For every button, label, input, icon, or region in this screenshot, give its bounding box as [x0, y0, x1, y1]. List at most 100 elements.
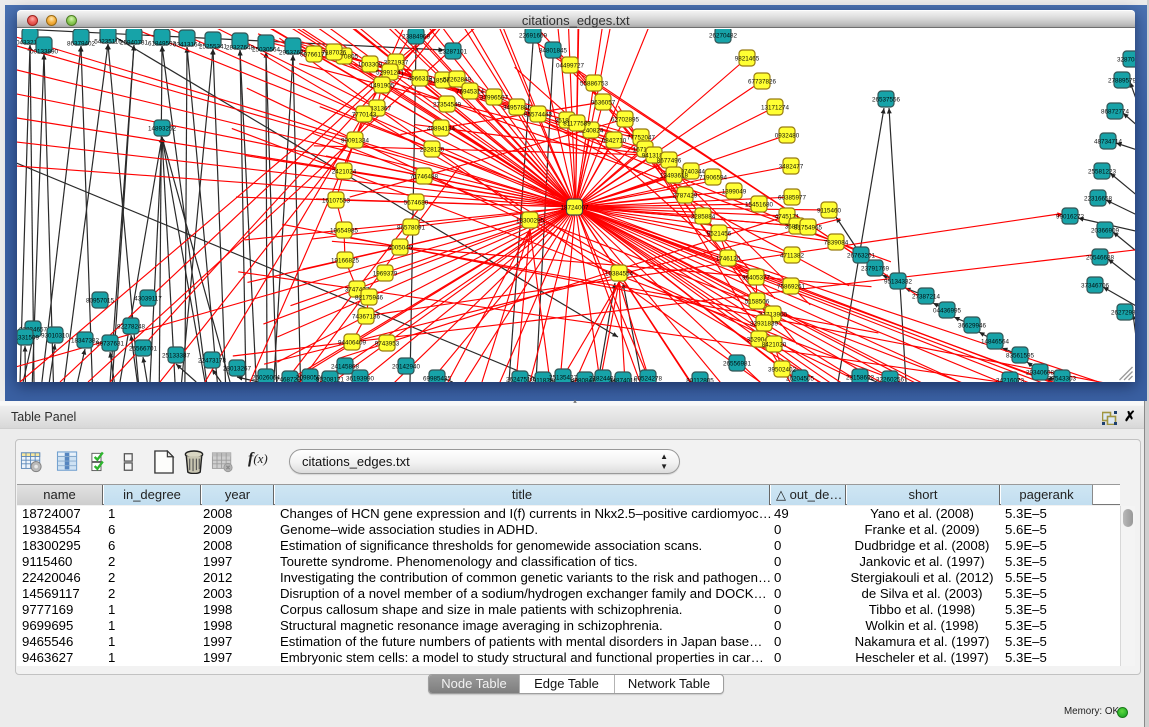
svg-text:20546688: 20546688 — [1086, 254, 1115, 261]
svg-text:1399049: 1399049 — [722, 188, 747, 195]
svg-text:04499727: 04499727 — [556, 62, 585, 69]
svg-text:2328120: 2328120 — [420, 146, 445, 153]
svg-text:99016272: 99016272 — [1056, 213, 1085, 220]
svg-text:19384554: 19384554 — [605, 270, 634, 277]
svg-text:24145868: 24145868 — [331, 363, 360, 370]
svg-text:84801845: 84801845 — [539, 47, 568, 54]
svg-text:67737826: 67737826 — [748, 78, 777, 85]
svg-text:22316658: 22316658 — [1084, 195, 1113, 202]
svg-text:94406409: 94406409 — [338, 339, 367, 346]
svg-text:80957015: 80957015 — [86, 297, 115, 304]
svg-text:27889579: 27889579 — [1108, 77, 1135, 84]
svg-text:00766177: 00766177 — [300, 51, 329, 58]
svg-text:23791769: 23791769 — [861, 265, 890, 272]
svg-text:8677496: 8677496 — [657, 157, 682, 164]
svg-text:82175946: 82175946 — [355, 294, 384, 301]
svg-text:18300295: 18300295 — [516, 217, 545, 224]
svg-text:54235116: 54235116 — [94, 39, 122, 46]
svg-text:28013267: 28013267 — [223, 365, 252, 372]
svg-text:36629946: 36629946 — [958, 322, 987, 329]
svg-text:25255341: 25255341 — [199, 44, 228, 51]
svg-text:18724007: 18724007 — [560, 204, 589, 211]
svg-text:22691669: 22691669 — [519, 32, 548, 39]
svg-text:32931839: 32931839 — [750, 320, 779, 327]
svg-text:9115460: 9115460 — [817, 207, 842, 214]
svg-text:00524278: 00524278 — [634, 375, 663, 382]
svg-text:00133890: 00133890 — [30, 49, 59, 56]
svg-text:71331509: 71331509 — [17, 334, 39, 341]
svg-text:95134332: 95134332 — [884, 278, 913, 285]
svg-text:60385977: 60385977 — [778, 194, 807, 201]
svg-text:3482477: 3482477 — [779, 163, 804, 170]
svg-text:03413164: 03413164 — [173, 42, 202, 49]
svg-text:7839084: 7839084 — [824, 239, 849, 246]
svg-text:26204505: 26204505 — [786, 375, 815, 382]
svg-text:23287101: 23287101 — [439, 48, 468, 55]
svg-text:26556981: 26556981 — [723, 360, 752, 367]
svg-text:83561595: 83561595 — [1006, 352, 1035, 359]
svg-text:74367136: 74367136 — [352, 313, 381, 320]
svg-text:25581223: 25581223 — [1088, 168, 1117, 175]
svg-text:36193990: 36193990 — [346, 375, 375, 382]
svg-text:19166825: 19166825 — [331, 257, 360, 264]
svg-text:26566701: 26566701 — [129, 345, 158, 352]
svg-text:2787429: 2787429 — [673, 192, 698, 199]
svg-text:14893252: 14893252 — [148, 125, 177, 132]
svg-text:15451680: 15451680 — [745, 201, 774, 208]
svg-text:29340608: 29340608 — [1026, 369, 1055, 376]
svg-text:62702895: 62702895 — [611, 116, 640, 123]
svg-text:0842710: 0842710 — [602, 137, 627, 144]
svg-text:1003309: 1003309 — [358, 61, 383, 68]
svg-text:86872774: 86872774 — [1101, 108, 1130, 115]
svg-text:23884969: 23884969 — [402, 33, 431, 40]
svg-text:9743953: 9743953 — [375, 340, 400, 347]
svg-text:81177589: 81177589 — [563, 120, 591, 127]
svg-text:88208121: 88208121 — [316, 376, 345, 382]
svg-text:22473178: 22473178 — [198, 357, 227, 364]
svg-text:71746488: 71746488 — [410, 173, 439, 180]
svg-text:2421024: 2421024 — [332, 168, 357, 175]
svg-text:20366909: 20366909 — [1091, 227, 1120, 234]
svg-text:04436995: 04436995 — [933, 307, 962, 314]
svg-text:19654985: 19654985 — [330, 227, 359, 234]
svg-text:93010310: 93010310 — [41, 332, 70, 339]
svg-text:86578091: 86578091 — [397, 224, 426, 231]
svg-text:34957885: 34957885 — [503, 104, 532, 111]
svg-text:28327648: 28327648 — [226, 45, 255, 52]
svg-text:43039117: 43039117 — [134, 295, 162, 302]
svg-text:27387214: 27387214 — [912, 293, 941, 300]
svg-text:34216073: 34216073 — [996, 377, 1025, 382]
svg-text:23158692: 23158692 — [846, 374, 875, 381]
svg-text:26272980: 26272980 — [1111, 309, 1135, 316]
svg-text:57262849: 57262849 — [443, 76, 472, 83]
svg-text:55886753: 55886753 — [580, 80, 609, 87]
svg-text:48734714: 48734714 — [1094, 138, 1123, 145]
svg-text:32260256: 32260256 — [876, 376, 905, 382]
svg-text:99091334: 99091334 — [341, 137, 370, 144]
svg-text:25133387: 25133387 — [162, 352, 191, 359]
svg-text:37996507: 37996507 — [480, 94, 509, 101]
svg-text:5158506: 5158506 — [745, 298, 770, 305]
svg-text:25940781: 25940781 — [120, 40, 149, 47]
svg-text:27354549: 27354549 — [433, 101, 462, 108]
svg-text:9636057: 9636057 — [591, 99, 616, 106]
svg-text:86379402: 86379402 — [67, 41, 96, 48]
svg-text:16107553: 16107553 — [322, 197, 351, 204]
svg-text:7770143: 7770143 — [352, 111, 377, 118]
svg-text:4005045: 4005045 — [388, 244, 413, 251]
svg-text:49894134: 49894134 — [427, 125, 456, 132]
svg-text:9521456: 9521456 — [707, 230, 732, 237]
svg-text:80112805: 80112805 — [686, 377, 714, 382]
svg-text:75869261: 75869261 — [777, 283, 806, 290]
svg-text:5674680: 5674680 — [404, 199, 429, 206]
svg-text:82278248: 82278248 — [117, 323, 146, 330]
svg-text:14846564: 14846564 — [981, 338, 1010, 345]
svg-text:13171274: 13171274 — [761, 104, 790, 111]
svg-text:77752047: 77752047 — [627, 134, 656, 141]
svg-text:3285884: 3285884 — [691, 213, 716, 220]
svg-text:26763201: 26763201 — [847, 252, 876, 259]
svg-text:13493618: 13493618 — [660, 172, 689, 179]
svg-text:25030564: 25030564 — [252, 47, 281, 54]
svg-text:71906594: 71906594 — [699, 174, 728, 181]
svg-text:85574443: 85574443 — [524, 111, 553, 118]
